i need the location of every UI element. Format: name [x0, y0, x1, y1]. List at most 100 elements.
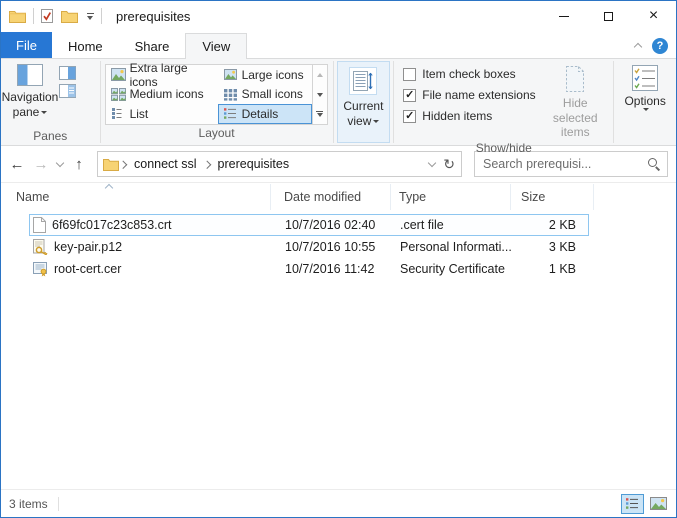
extra-large-icons-icon [111, 68, 126, 81]
large-thumbnails-view-toggle-button[interactable] [647, 494, 670, 514]
current-view-icon [349, 67, 377, 95]
medium-icons-icon [111, 88, 126, 101]
recent-locations-dropdown-icon[interactable] [55, 159, 65, 169]
breadcrumb-chevron-icon[interactable] [203, 160, 212, 169]
file-row[interactable]: root-cert.cer 10/7/2016 11:42 Security C… [29, 258, 589, 280]
status-bar: 3 items [1, 489, 676, 517]
layout-item-label: Details [242, 107, 279, 121]
show-hide-group-label: Show/hide [394, 140, 613, 157]
details-pane-button[interactable] [59, 84, 76, 98]
layout-list[interactable]: List [106, 104, 218, 124]
forward-button[interactable]: → [31, 156, 51, 173]
tab-share[interactable]: Share [119, 34, 186, 58]
gallery-scroll-down[interactable] [313, 85, 327, 105]
file-name: 6f69fc017c23c853.crt [52, 218, 172, 232]
caption-buttons: × [541, 1, 676, 31]
minimize-ribbon-icon[interactable] [634, 42, 642, 50]
checkbox-label: Hidden items [422, 109, 492, 123]
titlebar-separator [33, 8, 34, 24]
options-label: Options [624, 94, 665, 108]
checkbox-icon [403, 68, 416, 81]
column-header-date-modified[interactable]: Date modified [271, 184, 391, 210]
address-dropdown-icon[interactable] [427, 159, 437, 169]
hidden-items-checkbox[interactable]: ✓ Hidden items [403, 109, 542, 123]
column-header-size[interactable]: Size [511, 184, 594, 210]
file-size: 2 KB [512, 218, 584, 232]
title-bar: prerequisites × [1, 1, 676, 31]
maximize-button[interactable] [586, 1, 631, 31]
tab-home[interactable]: Home [52, 34, 119, 58]
dropdown-caret-icon [373, 120, 379, 123]
file-date-modified: 10/7/2016 11:42 [272, 262, 392, 276]
tab-view[interactable]: View [185, 33, 247, 59]
options-group: Options [614, 59, 676, 145]
list-view-icon [111, 107, 126, 120]
file-row[interactable]: key-pair.p12 10/7/2016 10:55 Personal In… [29, 236, 589, 258]
close-icon: × [649, 8, 658, 24]
panes-group: Navigationpane Panes [1, 59, 100, 145]
column-header-name[interactable]: Name [1, 184, 271, 210]
layout-large-icons[interactable]: Large icons [218, 65, 312, 85]
layout-extra-large-icons[interactable]: Extra large icons [106, 65, 218, 85]
hide-selected-items-button[interactable]: Hide selected items [542, 59, 608, 140]
options-icon [632, 65, 658, 91]
file-row[interactable]: 6f69fc017c23c853.crt 10/7/2016 02:40 .ce… [29, 214, 589, 236]
file-size: 1 KB [512, 262, 584, 276]
navigation-pane-button[interactable]: Navigationpane [1, 59, 59, 128]
layout-item-label: List [130, 107, 149, 121]
properties-check-icon[interactable] [41, 9, 53, 23]
security-certificate-icon [33, 261, 48, 277]
breadcrumb-segment[interactable]: connect ssl [128, 157, 203, 171]
file-type: Security Certificate [392, 262, 512, 276]
breadcrumb-chevron-icon[interactable] [119, 160, 128, 169]
checkbox-icon: ✓ [403, 89, 416, 102]
item-check-boxes-checkbox[interactable]: Item check boxes [403, 67, 542, 81]
search-input[interactable] [483, 157, 648, 171]
file-list-area[interactable]: Name Date modified Type Size 6f69fc017c2… [1, 183, 676, 489]
statusbar-separator [58, 497, 59, 511]
file-date-modified: 10/7/2016 10:55 [272, 240, 392, 254]
sort-ascending-icon [104, 184, 114, 190]
up-button[interactable]: ↑ [69, 156, 89, 173]
quick-access-toolbar [41, 9, 94, 23]
gallery-scrollbar [312, 65, 327, 124]
preview-pane-button[interactable] [59, 66, 76, 80]
file-name: root-cert.cer [54, 262, 121, 276]
search-icon[interactable] [648, 158, 661, 171]
details-view-toggle-button[interactable] [621, 494, 644, 514]
customize-toolbar-dropdown-icon[interactable] [86, 13, 94, 20]
back-button[interactable]: ← [7, 156, 27, 173]
thumbnail-view-icon [650, 497, 667, 510]
new-folder-icon[interactable] [61, 10, 78, 23]
minimize-button[interactable] [541, 1, 586, 31]
refresh-icon[interactable]: ↻ [443, 156, 455, 173]
ribbon-view-tab-content: Navigationpane Panes [1, 58, 676, 146]
layout-medium-icons[interactable]: Medium icons [106, 85, 218, 105]
current-view-button[interactable]: Currentview [337, 61, 391, 143]
file-date-modified: 10/7/2016 02:40 [272, 218, 392, 232]
layout-small-icons[interactable]: Small icons [218, 85, 312, 105]
breadcrumb-folder-icon[interactable] [103, 158, 119, 171]
large-icons-icon [223, 68, 238, 81]
breadcrumb-segment[interactable]: prerequisites [212, 157, 296, 171]
column-header-type[interactable]: Type [391, 184, 511, 210]
layout-item-label: Medium icons [130, 87, 204, 101]
gallery-scroll-up[interactable] [313, 65, 327, 85]
titlebar-separator [101, 8, 102, 24]
column-headers: Name Date modified Type Size [1, 184, 676, 210]
gallery-more-button[interactable] [313, 104, 327, 124]
minimize-icon [559, 16, 569, 17]
checkbox-label: File name extensions [422, 88, 535, 102]
tab-file[interactable]: File [1, 32, 52, 58]
navigation-pane-label: Navigation [2, 90, 59, 104]
file-name-extensions-checkbox[interactable]: ✓ File name extensions [403, 88, 542, 102]
layout-details[interactable]: Details [218, 104, 312, 124]
options-button[interactable]: Options [614, 59, 676, 145]
file-size: 3 KB [512, 240, 584, 254]
show-hide-group: Item check boxes ✓ File name extensions … [394, 59, 613, 145]
layout-item-label: Small icons [242, 87, 303, 101]
ribbon-tab-row: File Home Share View ? [1, 31, 676, 58]
key-certificate-icon [33, 239, 48, 255]
help-icon[interactable]: ? [652, 38, 668, 54]
close-button[interactable]: × [631, 1, 676, 31]
